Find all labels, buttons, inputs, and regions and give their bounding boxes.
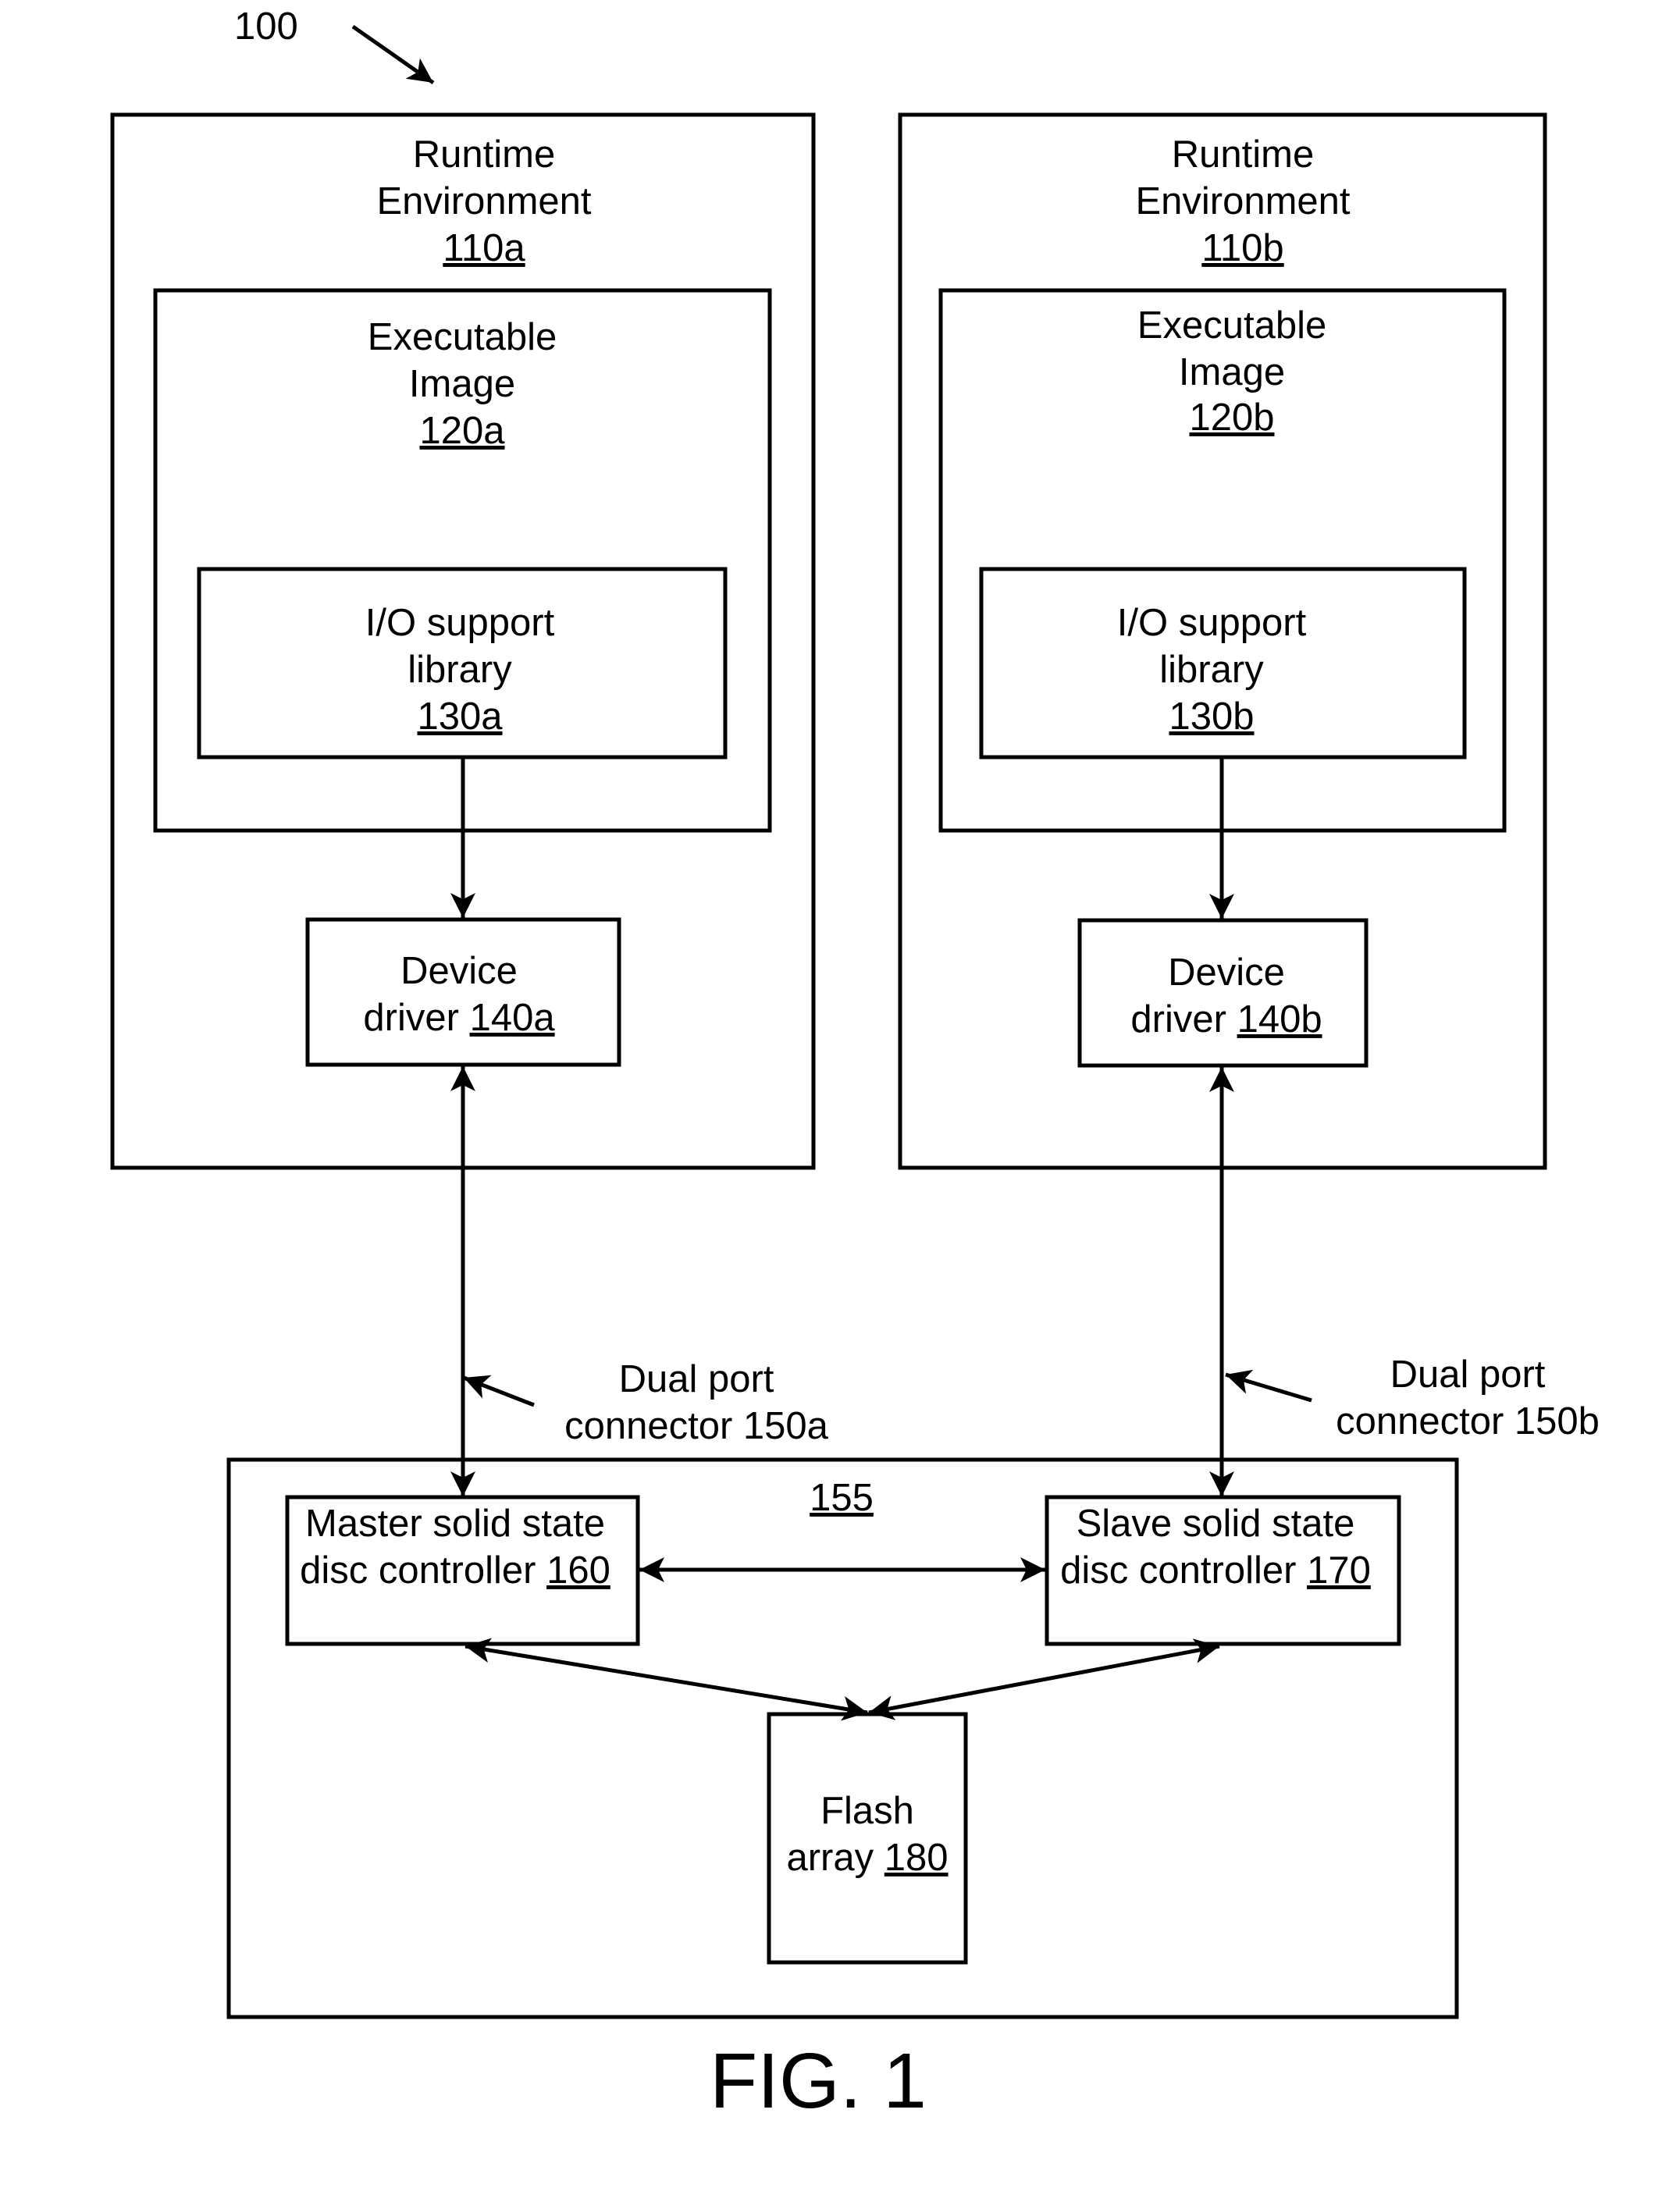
runtime-environment-a: Runtime Environment 110a Executable Imag… — [110, 112, 816, 1170]
runtime-b-title-line1: Runtime — [1172, 133, 1314, 176]
executable-b-ref: 120b — [1189, 397, 1274, 439]
runtime-b-title-line2: Environment — [1135, 180, 1350, 222]
device-driver-b-label: driver — [1130, 998, 1237, 1041]
executable-a-ref: 120a — [419, 410, 505, 452]
device-driver-b-line1: Device — [1168, 952, 1285, 994]
runtime-a-title-line1: Runtime — [413, 133, 555, 176]
runtime-b-ref: 110b — [1201, 227, 1283, 269]
master-controller-ref: 160 — [546, 1549, 610, 1592]
flash-array-line1: Flash — [820, 1790, 914, 1832]
connector-a-pointer-arrow — [463, 1375, 535, 1407]
flash-array-line2: array 180 — [786, 1837, 948, 1879]
flash-array-ref: 180 — [884, 1837, 949, 1879]
device-driver-a-line2: driver 140a — [363, 997, 555, 1039]
figure-reference-numeral: 100 — [234, 5, 298, 48]
slave-controller-line1: Slave solid state — [1077, 1503, 1355, 1545]
connector-b-pointer-arrow — [1225, 1369, 1312, 1403]
device-driver-b-line2: driver 140b — [1130, 998, 1322, 1041]
storage-device-ref: 155 — [810, 1477, 874, 1519]
connector-b-label-line2: connector 150b — [1336, 1400, 1600, 1443]
runtime-a-ref: 110a — [443, 227, 525, 269]
executable-b-title-line1: Executable — [1137, 304, 1326, 347]
io-library-b-line2: library — [1159, 649, 1264, 691]
executable-a-title-line1: Executable — [368, 316, 557, 358]
io-library-b-line1: I/O support — [1117, 602, 1307, 644]
storage-device: 155 Master solid state disc controller 1… — [226, 1457, 1459, 2019]
figure-reference-arrow — [351, 24, 435, 85]
figure-caption: FIG. 1 — [710, 2037, 927, 2125]
slave-flash-link-arrow — [868, 1638, 1220, 1720]
executable-b-title-line2: Image — [1179, 351, 1285, 393]
slave-controller-label: disc controller — [1060, 1549, 1307, 1592]
runtime-environment-b: Runtime Environment 110b Executable Imag… — [898, 112, 1547, 1170]
connector-a-label-line2: connector 150a — [564, 1405, 829, 1447]
io-library-a-line1: I/O support — [365, 602, 555, 644]
device-driver-a-box — [305, 917, 621, 1067]
master-controller-line1: Master solid state — [305, 1503, 605, 1545]
runtime-a-title-line2: Environment — [376, 180, 591, 222]
flash-array-label: array — [786, 1837, 884, 1879]
master-controller-label: disc controller — [300, 1549, 546, 1592]
io-library-a-line2: library — [408, 649, 512, 691]
device-driver-a-ref: 140a — [470, 997, 556, 1039]
device-driver-a-label: driver — [363, 997, 469, 1039]
master-flash-link-arrow — [464, 1638, 868, 1721]
io-library-b-ref: 130b — [1169, 695, 1254, 738]
device-driver-b-ref: 140b — [1237, 998, 1322, 1041]
device-driver-a-line1: Device — [400, 950, 518, 992]
connector-a-label-line1: Dual port — [619, 1358, 774, 1400]
slave-controller-line2: disc controller 170 — [1060, 1549, 1371, 1592]
patent-figure: 100 Runtime Environment 110a Executable … — [110, 5, 1600, 2125]
slave-controller-ref: 170 — [1307, 1549, 1371, 1592]
executable-a-title-line2: Image — [409, 363, 515, 405]
master-controller-line2: disc controller 160 — [300, 1549, 610, 1592]
io-library-a-ref: 130a — [417, 695, 503, 738]
connector-b-label-line1: Dual port — [1390, 1354, 1546, 1396]
